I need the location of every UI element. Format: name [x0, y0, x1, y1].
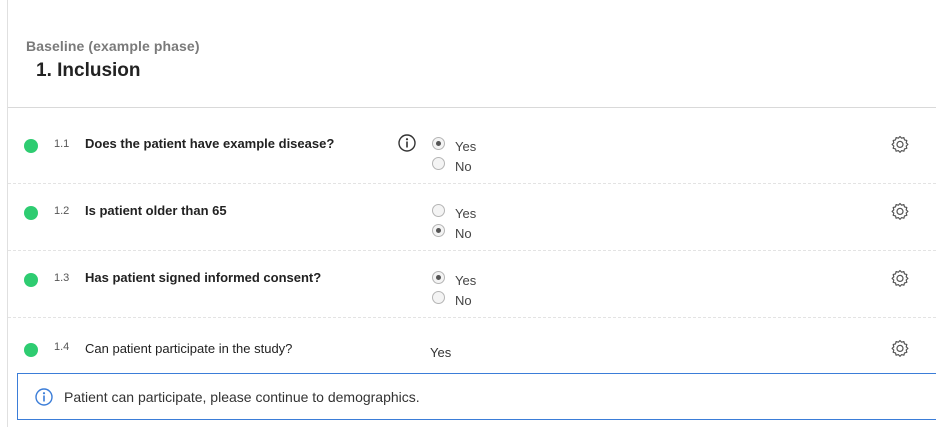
- gear-icon[interactable]: [890, 202, 910, 222]
- answer-options: Yes No: [432, 267, 477, 308]
- option-no[interactable]: No: [432, 220, 476, 241]
- status-dot-icon: [24, 206, 38, 220]
- info-notice: Patient can participate, please continue…: [17, 373, 936, 420]
- question-text: Has patient signed informed consent?: [85, 270, 322, 285]
- question-number: 1.4: [54, 341, 70, 353]
- question-number: 1.3: [54, 272, 70, 284]
- option-label: Yes: [455, 272, 477, 288]
- question-row-1-3: 1.3 Has patient signed informed consent?…: [8, 251, 936, 318]
- radio-no[interactable]: [432, 156, 445, 170]
- answer-options: Yes No: [432, 133, 477, 174]
- option-label: No: [455, 225, 472, 241]
- question-row-1-2: 1.2 Is patient older than 65 Yes No: [8, 184, 936, 251]
- question-row-1-1: 1.1 Does the patient have example diseas…: [8, 117, 936, 184]
- status-dot-icon: [24, 273, 38, 287]
- option-label: No: [455, 292, 472, 308]
- header-divider: [8, 107, 936, 108]
- gear-icon[interactable]: [890, 339, 910, 359]
- question-row-1-4: 1.4 Can patient participate in the study…: [8, 318, 936, 378]
- status-dot-icon: [24, 139, 38, 153]
- answer-options: Yes No: [432, 200, 477, 241]
- radio-yes[interactable]: [432, 203, 445, 217]
- notice-text: Patient can participate, please continue…: [64, 389, 420, 405]
- computed-answer: Yes: [430, 345, 452, 360]
- question-number: 1.1: [54, 138, 70, 150]
- option-yes[interactable]: Yes: [432, 267, 477, 288]
- option-no[interactable]: No: [432, 153, 476, 174]
- phase-label: Baseline (example phase): [26, 38, 200, 54]
- section-title: 1. Inclusion: [36, 60, 141, 81]
- option-yes[interactable]: Yes: [432, 133, 477, 154]
- section-header: Baseline (example phase) 1. Inclusion: [26, 38, 200, 82]
- radio-no[interactable]: [432, 223, 445, 237]
- radio-no[interactable]: [432, 290, 445, 304]
- question-text: Is patient older than 65: [85, 203, 227, 218]
- info-icon[interactable]: [398, 134, 416, 152]
- gear-icon[interactable]: [890, 135, 910, 155]
- question-list: 1.1 Does the patient have example diseas…: [8, 117, 936, 378]
- option-label: No: [455, 158, 472, 174]
- option-no[interactable]: No: [432, 287, 476, 308]
- radio-yes[interactable]: [432, 270, 445, 284]
- question-number: 1.2: [54, 205, 70, 217]
- gear-icon[interactable]: [890, 269, 910, 289]
- option-label: Yes: [455, 205, 477, 221]
- option-label: Yes: [455, 138, 477, 154]
- status-dot-icon: [24, 343, 38, 357]
- option-yes[interactable]: Yes: [432, 200, 477, 221]
- info-icon: [35, 388, 53, 406]
- question-text: Can patient participate in the study?: [85, 341, 293, 356]
- question-text: Does the patient have example disease?: [85, 136, 335, 151]
- radio-yes[interactable]: [432, 136, 445, 150]
